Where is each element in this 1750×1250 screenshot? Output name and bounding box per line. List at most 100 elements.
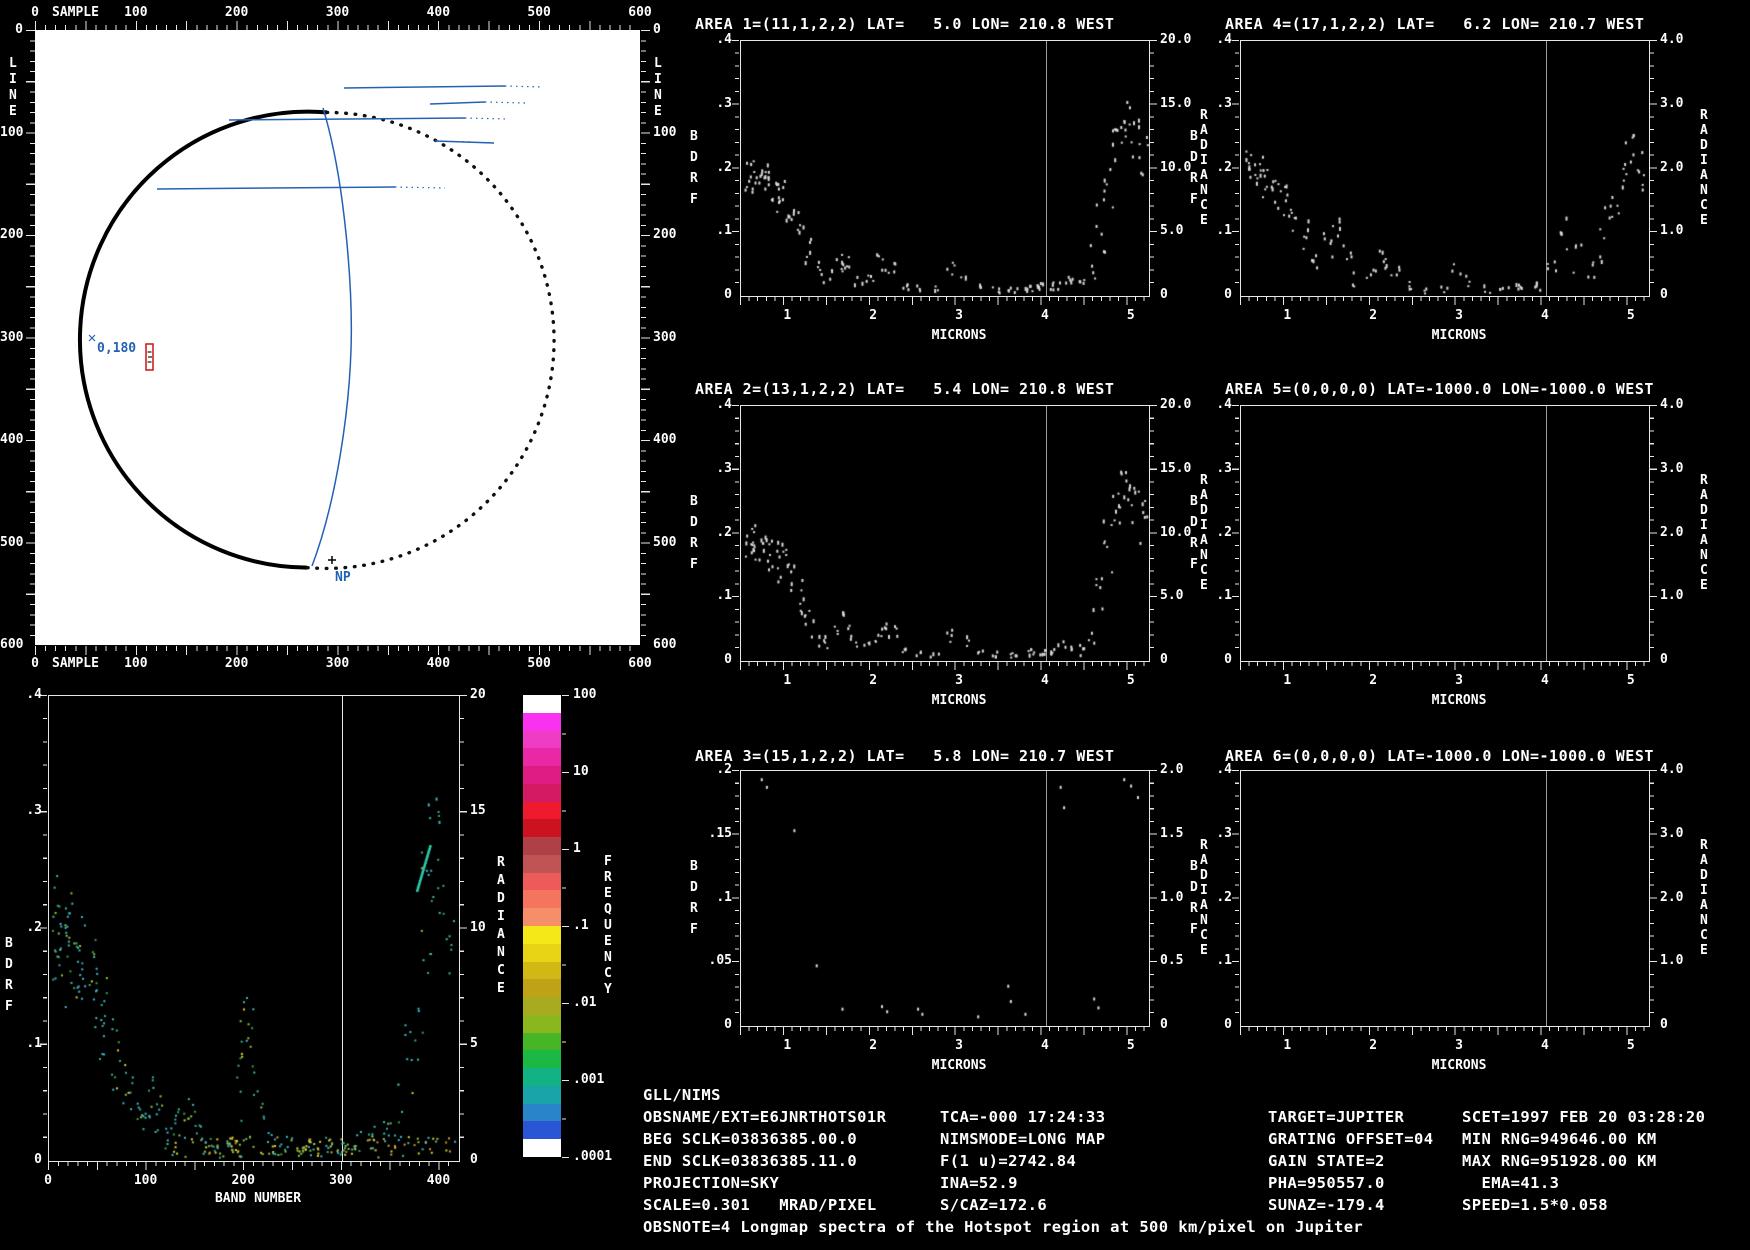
line-tick-label: 100 (0, 124, 24, 140)
area-xlabel: MICRONS (931, 1058, 987, 1073)
area-y-tick-label: .3 (1216, 825, 1232, 841)
area-y-tick-label: .3 (716, 460, 732, 476)
spectrum-scatter-canvas (741, 406, 1149, 661)
sample-tick-label: 300 (325, 656, 350, 671)
colorbar-block (523, 1014, 561, 1034)
sample-tick-label: 600 (628, 656, 652, 671)
area-x-tick-label: 1 (1283, 1038, 1292, 1053)
area-right-tick-label: 0 (1660, 1017, 1668, 1032)
colorbar-ticks (562, 695, 569, 1158)
area-y-tick-label: .2 (716, 159, 732, 175)
area-y-tick-label: .2 (716, 524, 732, 540)
metadata-field: MIN RNG=949646.00 KM (1462, 1130, 1657, 1148)
area-right-tick-label: 5.0 (1160, 223, 1184, 239)
line-axis-word-right: L I N E (654, 56, 662, 119)
spectrum-scatter-canvas (741, 771, 1149, 1026)
histogram-right-tick-label: 20 (470, 687, 486, 702)
metadata-field: EMA=41.3 (1462, 1174, 1560, 1192)
colorbar-tick-label: .0001 (573, 1149, 613, 1164)
area-x-tick-label: 1 (783, 673, 792, 688)
metadata-field: BEG SCLK=03836385.00.0 (643, 1130, 858, 1148)
area-x-tick-label: 3 (1455, 1038, 1463, 1053)
area-right-ticks (1150, 770, 1157, 1025)
metadata-field: MAX RNG=951928.00 KM (1462, 1152, 1657, 1170)
area-ylabel-vertical: B D R F (690, 493, 698, 572)
line-ruler-left (26, 30, 35, 645)
line-tick-label: 200 (0, 227, 24, 242)
area-x-tick-label: 2 (1369, 1038, 1378, 1053)
area-spectrum-plot (1240, 40, 1650, 297)
line-tick-label: 400 (0, 432, 24, 447)
line-tick-label: 200 (653, 227, 677, 242)
histogram-right-tick-label: 15 (470, 803, 486, 819)
area-right-tick-label: 0 (1660, 287, 1668, 302)
area-y-tick-label: .1 (1216, 223, 1232, 239)
histogram-x-ticks (48, 1162, 458, 1170)
sample-tick-label: 300 (325, 5, 350, 20)
area-y-tick-label: 0 (1224, 1017, 1232, 1032)
colorbar-block (523, 1085, 561, 1105)
area-y-tick-label: 0 (1224, 652, 1232, 667)
area-x-tick-label: 2 (1369, 673, 1378, 688)
metadata-field: PHA=950557.0 (1268, 1174, 1385, 1192)
metadata-field: S/CAZ=172.6 (940, 1196, 1048, 1214)
area-x-tick-label: 5 (1126, 1038, 1135, 1053)
area-x-ticks (1240, 297, 1648, 305)
area-right-tick-label: 0 (1160, 287, 1168, 302)
sample-tick-label: 500 (527, 5, 551, 20)
sample-tick-label: 100 (124, 656, 148, 671)
area-x-tick-label: 3 (1455, 308, 1463, 323)
area-x-tick-label: 3 (955, 308, 963, 323)
area-title: AREA 3=(15,1,2,2) LAT= 5.8 LON= 210.7 WE… (695, 747, 1115, 765)
area-y-tick-label: .1 (716, 588, 732, 604)
metadata-field: TARGET=JUPITER (1268, 1108, 1405, 1126)
histogram-right-tick-label: 5 (470, 1035, 478, 1051)
area-x-tick-label: 4 (1041, 673, 1049, 688)
area-x-ticks (1240, 1027, 1648, 1035)
metadata-field: F(1 u)=2742.84 (940, 1152, 1077, 1170)
area-y-ticks (1232, 405, 1239, 660)
area-right-tick-label: 15.0 (1160, 460, 1192, 476)
colorbar-block (523, 837, 561, 856)
area-right-tick-label: 1.0 (1660, 953, 1684, 969)
metadata-field: OBSNAME/EXT=E6JNRTHOTS01R (643, 1108, 887, 1126)
metadata-field: INA=52.9 (940, 1174, 1018, 1192)
line-tick-label: 400 (653, 432, 677, 447)
histogram-x-tick-label: 0 (44, 1173, 52, 1188)
sample-ruler-top (35, 21, 640, 30)
area-right-tick-label: 20.0 (1160, 32, 1192, 47)
colorbar-block (523, 819, 561, 838)
sample-tick-label: 400 (426, 656, 451, 671)
colorbar-block (523, 997, 561, 1016)
area-x-tick-label: 5 (1626, 673, 1635, 688)
area-ylabel-vertical: B D R F (690, 858, 698, 937)
colorbar-block (523, 926, 561, 945)
colorbar-block (523, 979, 561, 998)
frequency-colorbar (523, 695, 561, 1158)
metadata-field: SUNAZ=-179.4 (1268, 1196, 1385, 1214)
area-right-tick-label: 20.0 (1160, 397, 1192, 412)
area-right-tick-label: 1.0 (1660, 223, 1684, 239)
colorbar-tick-label: .001 (573, 1072, 605, 1087)
metadata-field: TCA=-000 17:24:33 (940, 1108, 1106, 1126)
spectrum-scatter-canvas (1241, 406, 1649, 661)
area-y-tick-label: .3 (716, 95, 732, 111)
area-x-tick-label: 2 (1369, 308, 1378, 323)
area-y-tick-label: .1 (716, 889, 732, 905)
area-y-tick-label: 0 (724, 652, 732, 667)
area-xlabel: MICRONS (931, 328, 987, 343)
colorbar-block (523, 712, 561, 732)
area-right-label-vertical: R A D I A N C E (1700, 837, 1708, 958)
area-y-tick-label: .3 (1216, 460, 1232, 476)
sample-tick-label: 200 (224, 656, 249, 671)
metadata-field: SCALE=0.301 MRAD/PIXEL (643, 1196, 877, 1214)
area-y-tick-label: .2 (1216, 889, 1232, 905)
colorbar-block (523, 872, 561, 891)
area-y-tick-label: 0 (724, 287, 732, 302)
metadata-field: SPEED=1.5*0.058 (1462, 1196, 1608, 1214)
sky-projection-map: 0,180 NP (35, 30, 640, 645)
area-right-tick-label: 0 (1660, 652, 1668, 667)
area-x-ticks (740, 1027, 1148, 1035)
histogram-y-tick-label: 0 (34, 1152, 42, 1167)
frequency-label-vertical: F R E Q U E N C Y (604, 854, 612, 997)
